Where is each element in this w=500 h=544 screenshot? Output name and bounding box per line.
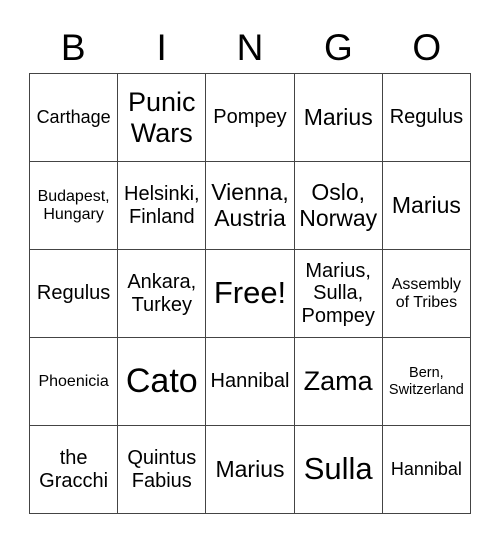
bingo-grid: Carthage Punic Wars Pompey Marius Regulu… [29, 73, 471, 514]
bingo-cell[interactable]: Regulus [382, 74, 471, 162]
bingo-cell[interactable]: Vienna, Austria [206, 162, 295, 250]
header-letter-o: O [412, 26, 442, 68]
bingo-cell[interactable]: Helsinki, Finland [118, 162, 207, 250]
bingo-cell[interactable]: Carthage [30, 74, 119, 162]
bingo-header: B I N G O [29, 22, 471, 72]
header-letter-n: N [236, 26, 264, 68]
bingo-cell[interactable]: Assembly of Tribes [382, 250, 471, 338]
bingo-cell[interactable]: Budapest, Hungary [30, 162, 119, 250]
bingo-cell[interactable]: Hannibal [206, 338, 295, 426]
bingo-cell[interactable]: Marius, Sulla, Pompey [294, 250, 383, 338]
bingo-cell[interactable]: Phoenicia [30, 338, 119, 426]
bingo-cell[interactable]: Zama [294, 338, 383, 426]
free-space-cell[interactable]: Free! [206, 250, 295, 338]
bingo-cell[interactable]: Regulus [30, 250, 119, 338]
bingo-cell[interactable]: Marius [294, 74, 383, 162]
header-letter-b: B [60, 26, 86, 68]
bingo-cell[interactable]: Pompey [206, 74, 295, 162]
bingo-cell[interactable]: Marius [206, 426, 295, 514]
bingo-cell[interactable]: Sulla [294, 426, 383, 514]
header-letter-g: G [324, 26, 353, 68]
bingo-cell[interactable]: Cato [118, 338, 207, 426]
bingo-cell[interactable]: Punic Wars [118, 74, 207, 162]
bingo-cell[interactable]: Oslo, Norway [294, 162, 383, 250]
bingo-cell[interactable]: Ankara, Turkey [118, 250, 207, 338]
bingo-cell[interactable]: the Gracchi [30, 426, 119, 514]
bingo-cell[interactable]: Hannibal [382, 426, 471, 514]
bingo-cell[interactable]: Bern, Switzerland [382, 338, 471, 426]
header-letter-i: I [156, 26, 167, 68]
bingo-cell[interactable]: Quintus Fabius [118, 426, 207, 514]
bingo-cell[interactable]: Marius [382, 162, 471, 250]
